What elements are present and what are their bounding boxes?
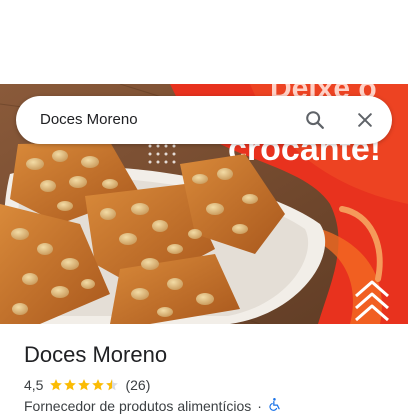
rating-stars (49, 378, 119, 392)
close-icon[interactable] (351, 106, 379, 134)
wheelchair-icon (268, 397, 282, 414)
star-half-icon (106, 379, 119, 391)
star-icon (92, 379, 105, 391)
rating-row[interactable]: 4,5 (26) (24, 376, 150, 394)
star-icon (78, 379, 91, 391)
search-query-text[interactable]: Doces Moreno (40, 111, 138, 128)
top-blank-area (0, 0, 408, 84)
search-icon[interactable] (301, 106, 329, 134)
place-title: Doces Moreno (24, 342, 168, 367)
review-count[interactable]: (26) (125, 377, 150, 393)
category-row: Fornecedor de produtos alimentícios · (24, 397, 282, 414)
star-icon (50, 379, 63, 391)
star-icon (64, 379, 77, 391)
separator-dot: · (257, 397, 262, 414)
rating-value: 4,5 (24, 377, 44, 393)
place-category: Fornecedor de produtos alimentícios (24, 397, 252, 414)
search-bar[interactable]: Doces Moreno (16, 96, 392, 144)
